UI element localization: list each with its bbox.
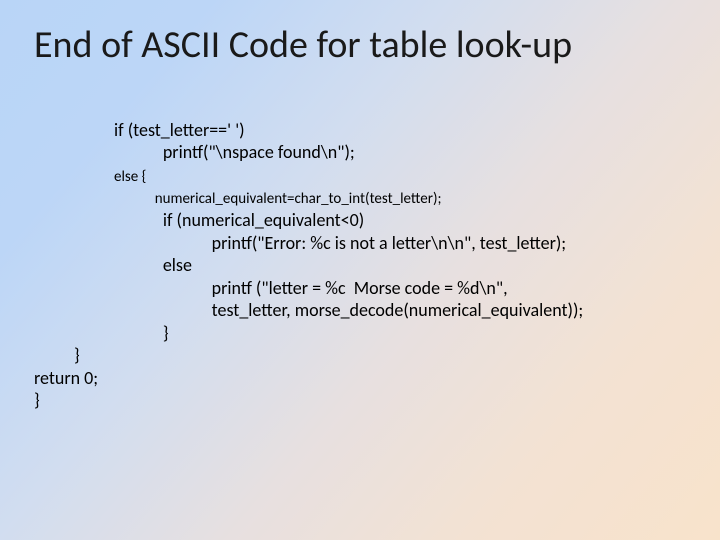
code-line: if (numerical_equivalent<0): [114, 209, 364, 231]
code-line: numerical_equivalent=char_to_int(test_le…: [114, 190, 442, 208]
code-line: printf ("letter = %c Morse code = %d\n",: [114, 277, 508, 299]
code-line: else {: [114, 168, 146, 186]
code-line: test_letter, morse_decode(numerical_equi…: [114, 299, 583, 321]
code-line: }: [74, 344, 80, 367]
slide: End of ASCII Code for table look-up if (…: [0, 0, 720, 540]
code-line: }: [114, 322, 169, 344]
code-block: if (test_letter==' ') printf("\nspace fo…: [34, 96, 686, 434]
code-line: else: [114, 254, 192, 276]
code-line: }: [34, 389, 40, 412]
slide-title: End of ASCII Code for table look-up: [34, 22, 686, 68]
code-line: printf("\nspace found\n");: [114, 141, 355, 163]
code-line: if (test_letter==' '): [114, 119, 245, 141]
code-line: return 0;: [34, 367, 98, 390]
code-line: printf("Error: %c is not a letter\n\n", …: [114, 232, 566, 254]
